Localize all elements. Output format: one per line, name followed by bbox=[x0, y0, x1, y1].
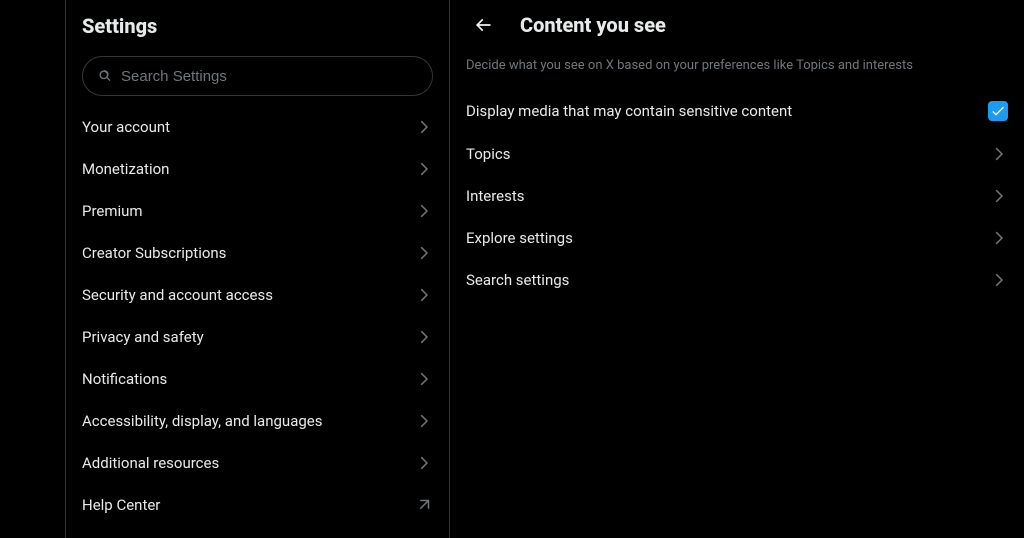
chevron-right-icon bbox=[990, 229, 1008, 247]
content-items-list: Topics Interests Explore settings Search se… bbox=[450, 133, 1024, 301]
settings-nav-item[interactable]: Security and account access bbox=[66, 274, 449, 316]
search-icon bbox=[97, 68, 113, 84]
checkmark-icon bbox=[990, 103, 1006, 119]
settings-title: Settings bbox=[66, 10, 449, 50]
nav-item-label: Premium bbox=[82, 202, 143, 220]
chevron-right-icon bbox=[415, 244, 433, 262]
content-nav-item[interactable]: Explore settings bbox=[450, 217, 1024, 259]
settings-nav-item[interactable]: Creator Subscriptions bbox=[66, 232, 449, 274]
chevron-right-icon bbox=[990, 271, 1008, 289]
settings-nav-item[interactable]: Privacy and safety bbox=[66, 316, 449, 358]
chevron-right-icon bbox=[415, 370, 433, 388]
nav-item-label: Additional resources bbox=[82, 454, 219, 472]
chevron-right-icon bbox=[415, 118, 433, 136]
sensitive-content-toggle-row: Display media that may contain sensitive… bbox=[450, 89, 1024, 133]
nav-item-label: Privacy and safety bbox=[82, 328, 204, 346]
chevron-right-icon bbox=[415, 454, 433, 472]
content-nav-item[interactable]: Topics bbox=[450, 133, 1024, 175]
nav-item-label: Help Center bbox=[82, 496, 160, 514]
arrow-left-icon bbox=[473, 15, 493, 35]
external-link-icon bbox=[415, 496, 433, 514]
nav-item-label: Monetization bbox=[82, 160, 169, 178]
search-input[interactable] bbox=[121, 68, 418, 85]
content-panel: Content you see Decide what you see on X… bbox=[450, 0, 1024, 538]
content-header: Content you see bbox=[450, 0, 1024, 50]
nav-item-label: Creator Subscriptions bbox=[82, 244, 226, 262]
chevron-right-icon bbox=[415, 328, 433, 346]
content-nav-item[interactable]: Interests bbox=[450, 175, 1024, 217]
settings-nav-item[interactable]: Premium bbox=[66, 190, 449, 232]
settings-nav-item[interactable]: Accessibility, display, and languages bbox=[66, 400, 449, 442]
settings-nav-item[interactable]: Additional resources bbox=[66, 442, 449, 484]
content-item-label: Interests bbox=[466, 187, 525, 205]
back-button[interactable] bbox=[466, 8, 500, 42]
nav-item-label: Accessibility, display, and languages bbox=[82, 412, 322, 430]
content-item-label: Topics bbox=[466, 145, 510, 163]
settings-nav-item[interactable]: Help Center bbox=[66, 484, 449, 526]
settings-nav-item[interactable]: Notifications bbox=[66, 358, 449, 400]
settings-nav-item[interactable]: Monetization bbox=[66, 148, 449, 190]
settings-nav-list: Your account Monetization Premium Creator S… bbox=[66, 106, 449, 526]
chevron-right-icon bbox=[415, 412, 433, 430]
chevron-right-icon bbox=[415, 286, 433, 304]
chevron-right-icon bbox=[990, 187, 1008, 205]
chevron-right-icon bbox=[990, 145, 1008, 163]
content-title: Content you see bbox=[520, 13, 666, 37]
nav-item-label: Security and account access bbox=[82, 286, 273, 304]
nav-item-label: Notifications bbox=[82, 370, 167, 388]
content-nav-item[interactable]: Search settings bbox=[450, 259, 1024, 301]
search-box[interactable] bbox=[82, 56, 433, 96]
content-item-label: Search settings bbox=[466, 271, 569, 289]
settings-panel: Settings Your account Monetization Premium… bbox=[66, 0, 450, 538]
left-nav-rail bbox=[0, 0, 66, 538]
search-wrap bbox=[66, 50, 449, 106]
toggle-label: Display media that may contain sensitive… bbox=[466, 102, 792, 120]
settings-nav-item[interactable]: Your account bbox=[66, 106, 449, 148]
chevron-right-icon bbox=[415, 202, 433, 220]
content-description: Decide what you see on X based on your p… bbox=[450, 50, 1024, 89]
sensitive-content-checkbox[interactable] bbox=[988, 101, 1008, 121]
content-item-label: Explore settings bbox=[466, 229, 573, 247]
nav-item-label: Your account bbox=[82, 118, 170, 136]
chevron-right-icon bbox=[415, 160, 433, 178]
